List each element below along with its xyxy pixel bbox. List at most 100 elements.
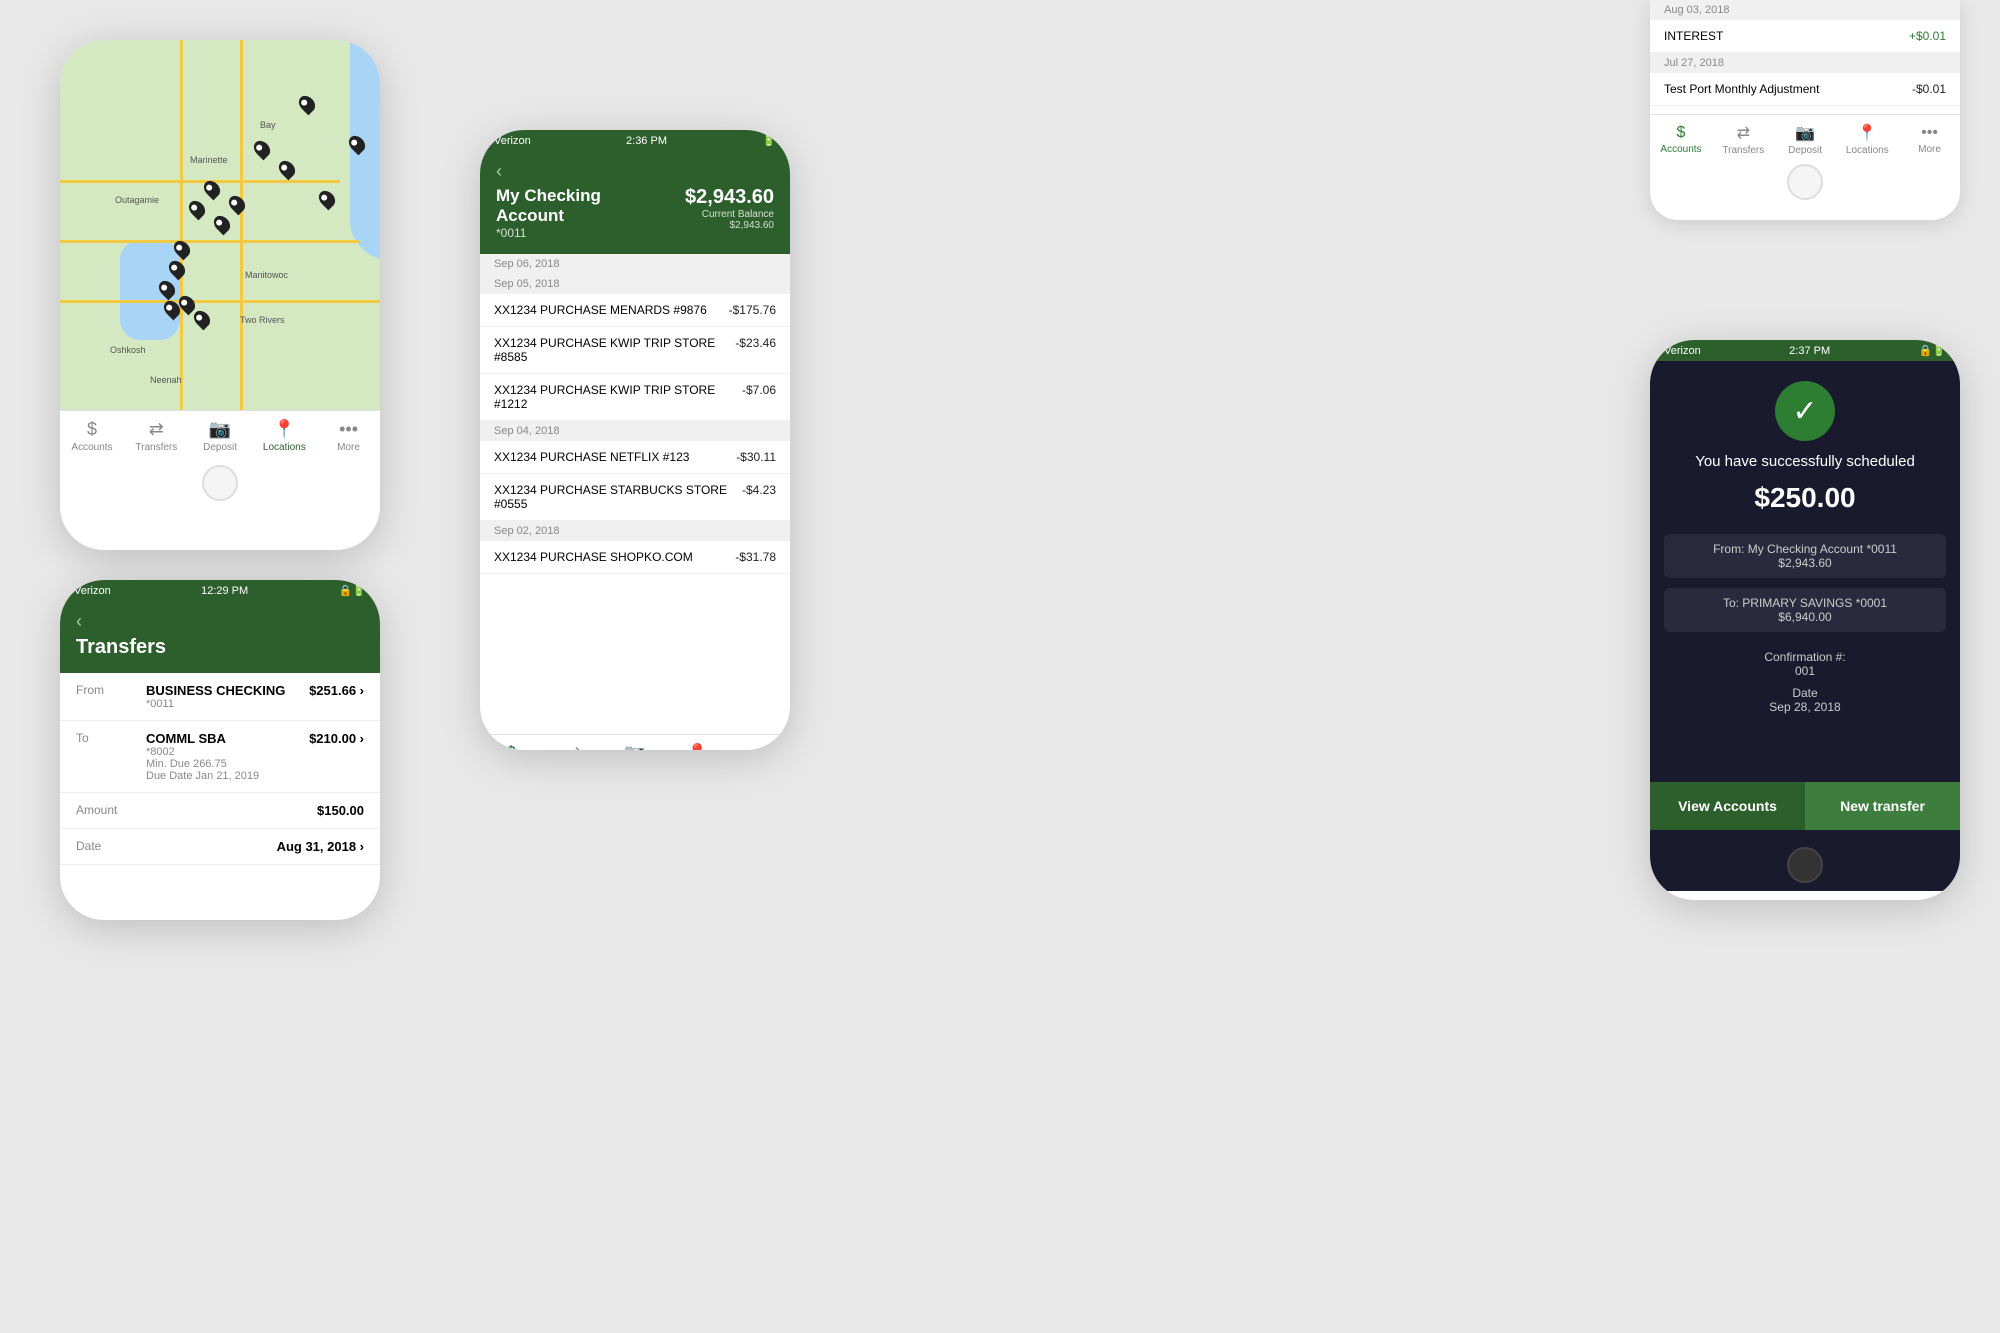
table-row: XX1234 PURCHASE KWIP TRIP STORE #8585 -$…	[480, 327, 790, 374]
to-name: COMML SBA	[146, 731, 309, 746]
transfer-to-row[interactable]: To COMML SBA *8002 Min. Due 266.75 Due D…	[60, 721, 380, 793]
nav-more[interactable]: ••• More	[740, 743, 780, 750]
nav-transfers[interactable]: ⇄ Transfers	[135, 419, 177, 453]
from-info-box: From: My Checking Account *0011 $2,943.6…	[1664, 534, 1946, 578]
date-value: Aug 31, 2018 ›	[277, 839, 364, 854]
success-amount: $250.00	[1754, 482, 1855, 514]
map-area: Outagamie Bay Oshkosh Manitowoc Two Rive…	[60, 40, 380, 410]
status-icons: 🔒🔋	[339, 584, 366, 597]
phone-map: Outagamie Bay Oshkosh Manitowoc Two Rive…	[60, 40, 380, 550]
nav-label: Transfers	[1722, 145, 1764, 156]
nav-transfers-label: Transfers	[135, 442, 177, 453]
panel-txlist: Aug 03, 2018 INTEREST +$0.01 Jul 27, 201…	[1650, 0, 1960, 220]
nav-more[interactable]: ••• More	[1910, 124, 1950, 155]
back-button[interactable]: ‹	[496, 161, 774, 182]
deposit-icon: 📷	[209, 419, 231, 440]
table-row: INTEREST +$0.01	[1650, 20, 1960, 53]
to-amount: $210.00 ›	[309, 731, 364, 746]
date-value: Sep 28, 2018	[1769, 700, 1840, 714]
balance-value: $2,943.60	[730, 220, 775, 231]
transfer-date-row[interactable]: Date Aug 31, 2018 ›	[60, 829, 380, 865]
amount-value: $150.00	[317, 803, 364, 818]
locations-icon: 📍	[273, 419, 295, 440]
transactions-list: Sep 06, 2018 Sep 05, 2018 XX1234 PURCHAS…	[480, 254, 790, 734]
nav-accounts[interactable]: $ Accounts	[1660, 124, 1701, 155]
carrier: Verizon	[494, 135, 531, 147]
date-header: Sep 04, 2018	[480, 421, 790, 441]
accounts-icon: $	[1677, 124, 1686, 142]
time: 2:36 PM	[626, 135, 667, 147]
nav-label: Deposit	[1788, 145, 1822, 156]
to-account: *8002	[146, 746, 309, 758]
nav-deposit-label: Deposit	[203, 442, 237, 453]
accounts-icon: $	[87, 419, 97, 440]
home-button[interactable]	[1787, 164, 1823, 200]
to-min-due: Min. Due 266.75	[146, 758, 309, 770]
transfer-header: ‹ Transfers	[60, 601, 380, 673]
locations-icon: 📍	[686, 743, 708, 750]
home-button[interactable]	[1787, 847, 1823, 883]
status-icons: 🔒🔋	[1919, 344, 1946, 357]
success-headline: You have successfully scheduled	[1675, 453, 1935, 470]
carrier: Verizon	[1664, 345, 1701, 357]
nav-locations[interactable]: 📍 Locations	[676, 743, 719, 750]
transfer-amount-row[interactable]: Amount $150.00	[60, 793, 380, 829]
nav-deposit[interactable]: 📷 Deposit	[615, 743, 655, 750]
tx-desc: INTEREST	[1664, 29, 1723, 43]
nav-deposit[interactable]: 📷 Deposit	[1785, 123, 1825, 156]
nav-more-label: More	[337, 442, 360, 453]
table-row: XX1234 PURCHASE SHOPKO.COM -$31.78	[480, 541, 790, 574]
nav-accounts[interactable]: $ Accounts	[71, 419, 112, 453]
transfer-title: Transfers	[76, 636, 364, 659]
from-account: *0011	[146, 698, 309, 710]
nav-accounts[interactable]: $ Accounts	[490, 743, 531, 750]
back-button[interactable]: ‹	[76, 611, 364, 632]
deposit-icon: 📷	[624, 743, 646, 750]
nav-label: Accounts	[1660, 144, 1701, 155]
nav-transfers[interactable]: ⇄ Transfers	[552, 743, 594, 750]
nav-transfers[interactable]: ⇄ Transfers	[1722, 123, 1764, 156]
success-checkmark: ✓	[1775, 381, 1835, 441]
transfer-from-row[interactable]: From BUSINESS CHECKING *0011 $251.66 ›	[60, 673, 380, 721]
nav-deposit[interactable]: 📷 Deposit	[200, 419, 240, 453]
deposit-icon: 📷	[1795, 123, 1815, 143]
new-transfer-button[interactable]: New transfer	[1805, 782, 1960, 830]
date-header: Sep 05, 2018	[480, 274, 790, 294]
home-button[interactable]	[202, 465, 238, 501]
phone-transfer: Verizon 12:29 PM 🔒🔋 ‹ Transfers From BUS…	[60, 580, 380, 920]
account-number: *0011	[496, 226, 662, 240]
confirm-footer	[1650, 821, 1960, 891]
to-due-date: Due Date Jan 21, 2019	[146, 770, 309, 782]
transfers-icon: ⇄	[566, 743, 581, 750]
status-bar-tx: Verizon 2:36 PM 🔋	[480, 130, 790, 151]
status-icons: 🔋	[762, 134, 776, 147]
phone-confirm: Verizon 2:37 PM 🔒🔋 ✓ You have successful…	[1650, 340, 1960, 900]
more-icon: •••	[750, 743, 769, 750]
table-row: XX1234 PURCHASE KWIP TRIP STORE #1212 -$…	[480, 374, 790, 421]
account-title: My Checking Account	[496, 186, 662, 226]
tx-amount: -$0.01	[1912, 82, 1946, 96]
transfers-icon: ⇄	[1737, 123, 1750, 143]
status-bar-transfer: Verizon 12:29 PM 🔒🔋	[60, 580, 380, 601]
nav-locations[interactable]: 📍 Locations	[1846, 123, 1889, 156]
date-header: Jul 27, 2018	[1650, 53, 1960, 73]
from-label: From: My Checking Account *0011	[1678, 542, 1932, 556]
view-accounts-button[interactable]: View Accounts	[1650, 782, 1805, 830]
date-header: Aug 03, 2018	[1650, 0, 1960, 20]
tx-header: ‹ My Checking Account *0011 $2,943.60 Cu…	[480, 151, 790, 254]
transfers-icon: ⇄	[149, 419, 164, 440]
nav-locations[interactable]: 📍 Locations	[263, 419, 306, 453]
table-row: XX1234 PURCHASE NETFLIX #123 -$30.11	[480, 441, 790, 474]
more-icon: •••	[1921, 124, 1938, 142]
from-amount: $2,943.60	[1678, 556, 1932, 570]
from-amount: $251.66 ›	[309, 683, 364, 698]
table-row: XX1234 PURCHASE STARBUCKS STORE #0555 -$…	[480, 474, 790, 521]
nav-more[interactable]: ••• More	[329, 419, 369, 453]
confirmation-value: 001	[1795, 664, 1815, 678]
confirm-body: ✓ You have successfully scheduled $250.0…	[1650, 361, 1960, 821]
table-row: XX1234 PURCHASE MENARDS #9876 -$175.76	[480, 294, 790, 327]
nav-locations-label: Locations	[263, 442, 306, 453]
nav-label: Locations	[1846, 145, 1889, 156]
more-icon: •••	[339, 419, 358, 440]
locations-icon: 📍	[1857, 123, 1877, 143]
